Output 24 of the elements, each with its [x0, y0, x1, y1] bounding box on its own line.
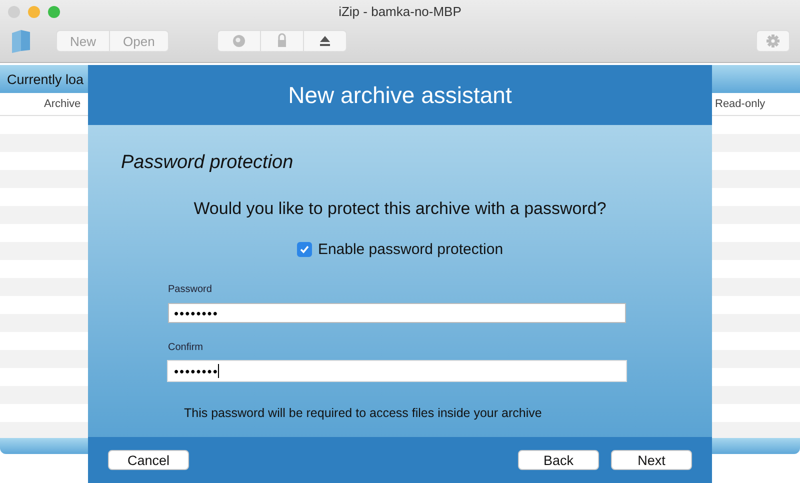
header-text: Currently loa — [7, 72, 84, 86]
field-label: Confirm — [168, 342, 204, 353]
column-header[interactable]: Archive — [44, 98, 81, 110]
gear-icon — [766, 34, 780, 48]
dialog-button[interactable]: Cancel — [108, 450, 189, 470]
window-title: iZip - bamka-no-MBP — [338, 4, 462, 19]
dialog-button[interactable]: Back — [518, 450, 599, 470]
minimize-button[interactable] — [28, 6, 40, 18]
book-icon[interactable] — [10, 28, 32, 54]
settings-button[interactable] — [756, 30, 790, 52]
checkbox-label: Enable password protection — [318, 241, 504, 258]
field-label: Password — [168, 284, 213, 295]
dialog-button[interactable]: Next — [611, 450, 692, 470]
dialog-title: New archive assistant — [288, 82, 512, 108]
column-header[interactable]: Read-only — [715, 98, 777, 110]
hint-text: This password will be required to access files inside your archive — [184, 406, 543, 420]
question-text: Would you like to protect this archive with a password? — [192, 199, 608, 219]
checkmark-icon — [300, 245, 309, 254]
section-title: Password protection — [121, 152, 294, 174]
checkbox[interactable] — [296, 242, 312, 257]
password-field[interactable]: •••••••• — [168, 361, 626, 381]
password-field[interactable]: •••••••• — [168, 303, 626, 323]
close-button[interactable] — [8, 6, 20, 18]
zoom-button[interactable] — [48, 6, 60, 18]
